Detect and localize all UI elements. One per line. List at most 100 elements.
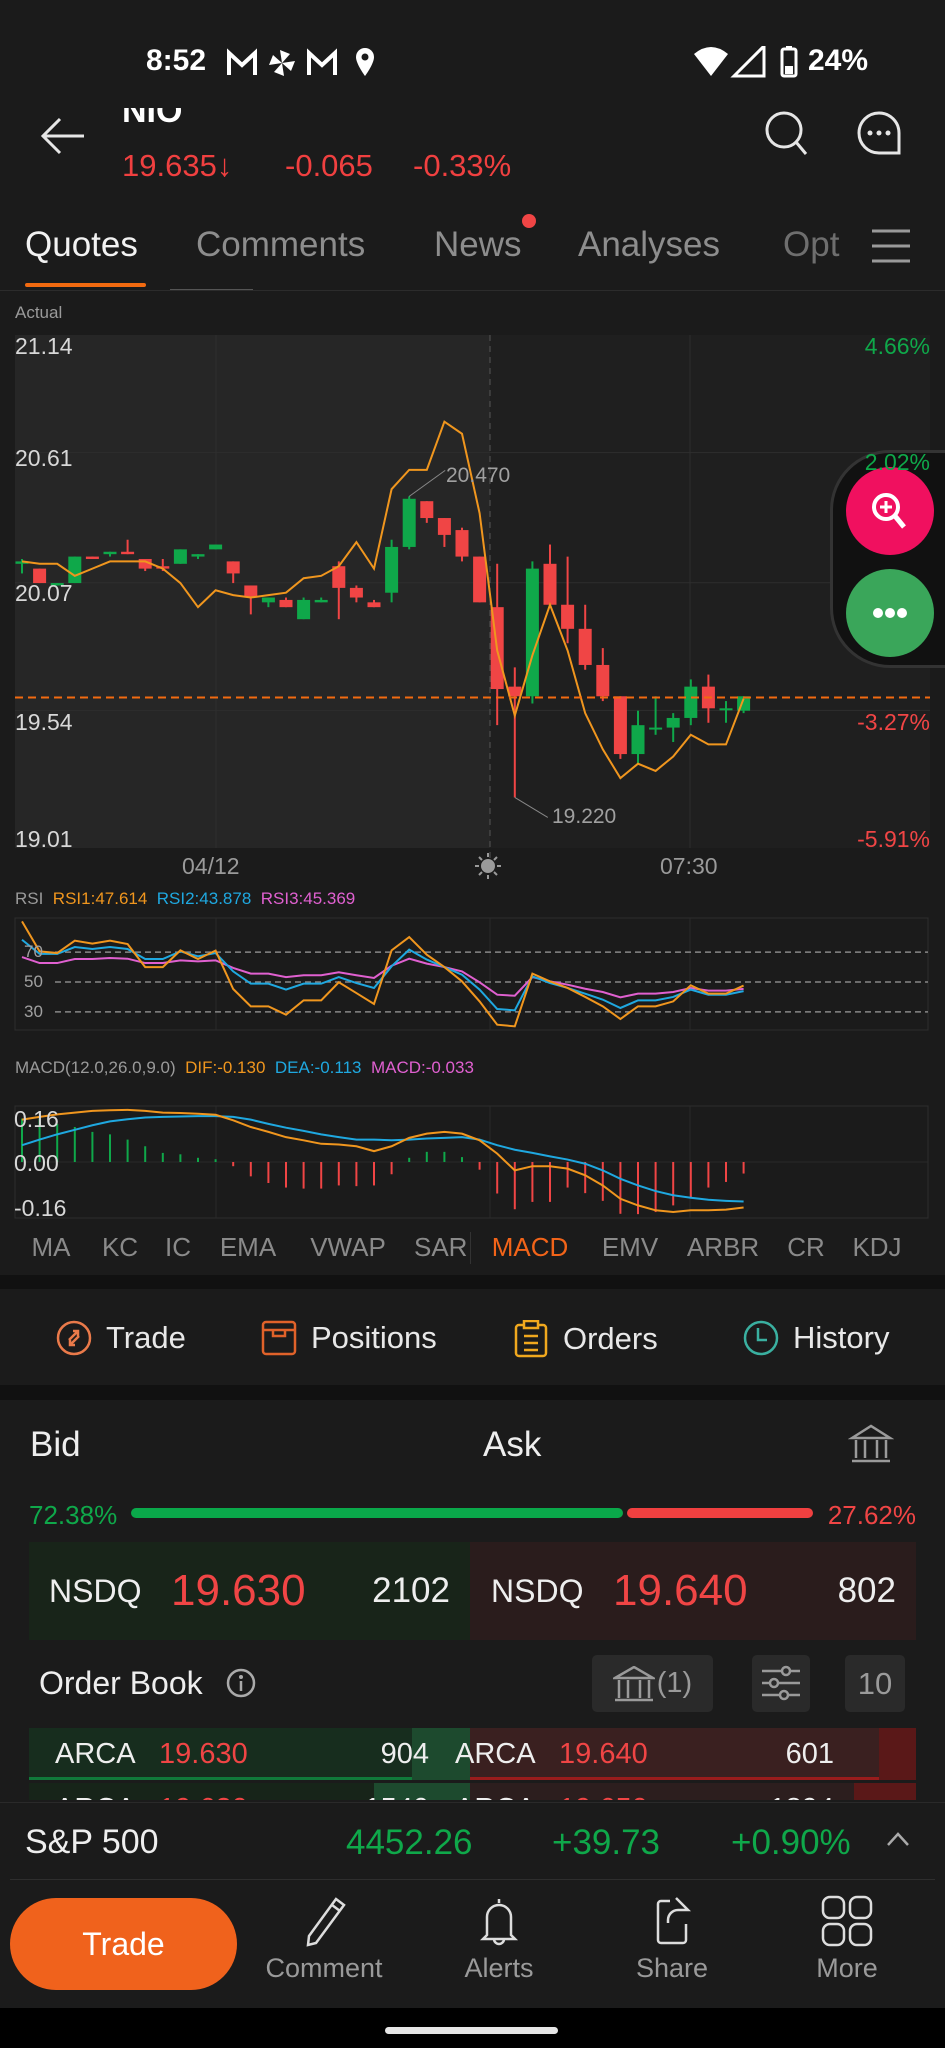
back-arrow-icon[interactable] (38, 116, 88, 156)
tab-analyses[interactable]: Analyses (578, 225, 720, 265)
pct-tick: -5.91% (857, 826, 930, 852)
zoom-in-icon (872, 493, 906, 529)
search-icon[interactable] (762, 110, 812, 160)
section-gap (0, 1385, 945, 1400)
indicator-tab-kc[interactable]: KC (102, 1232, 138, 1263)
index-change: +39.73 (552, 1823, 661, 1862)
indicator-tab-ema[interactable]: EMA (220, 1232, 276, 1263)
section-gap (0, 1275, 945, 1289)
pct-tick: 2.02% (864, 449, 930, 475)
bid-size: 1540 (339, 1793, 429, 1801)
history-link[interactable]: History (743, 1320, 889, 1356)
depth-button[interactable]: 10 (845, 1655, 905, 1712)
system-icons (694, 46, 798, 78)
sliders-icon (762, 1665, 800, 1701)
candle (473, 556, 487, 603)
chat-icon[interactable] (855, 110, 905, 160)
pinwheel-icon (269, 50, 295, 76)
positions-label: Positions (311, 1320, 437, 1355)
broker-filter-button[interactable]: (1) (592, 1655, 713, 1712)
share-icon (656, 1897, 692, 1945)
macd-tick: -0.16 (14, 1195, 67, 1221)
more-label: More (816, 1953, 878, 1983)
indicator-tab-cr[interactable]: CR (787, 1232, 825, 1263)
candle (684, 686, 698, 718)
index-value: 4452.26 (346, 1823, 473, 1862)
alerts-button[interactable]: Alerts (434, 1895, 564, 1984)
ask-exchange: NSDQ (491, 1572, 584, 1609)
index-bar[interactable]: S&P 500 4452.26 +39.73 +0.90% (0, 1802, 945, 1880)
trade-link[interactable]: Trade (56, 1320, 186, 1356)
positions-link[interactable]: Positions (261, 1320, 437, 1356)
candle (226, 561, 240, 574)
indicator-tab-ma[interactable]: MA (32, 1232, 71, 1263)
indicator-tab-kdj[interactable]: KDJ (852, 1232, 901, 1263)
tab-news[interactable]: News (434, 225, 522, 265)
indicator-tab-emv[interactable]: EMV (602, 1232, 658, 1263)
tab-options[interactable]: Opt (783, 225, 843, 265)
rsi-chart[interactable] (0, 910, 945, 1040)
candlestick-chart[interactable] (0, 330, 945, 860)
indicator-tab-ic[interactable]: IC (165, 1232, 191, 1263)
active-tab-indicator (25, 283, 146, 287)
candle (631, 725, 645, 755)
location-icon (356, 48, 374, 76)
share-button[interactable]: Share (607, 1895, 737, 1984)
high-label: 20.470 (446, 464, 511, 487)
broker-count: (1) (656, 1667, 693, 1699)
orders-icon (514, 1320, 548, 1358)
orders-link[interactable]: Orders (513, 1320, 658, 1358)
home-indicator[interactable] (385, 2027, 558, 2034)
indicator-tab-sar[interactable]: SAR (414, 1232, 470, 1263)
dif-line (21, 1108, 744, 1214)
more-button[interactable] (846, 569, 934, 657)
signal-icon (730, 46, 766, 78)
settings-sliders-button[interactable] (752, 1655, 810, 1712)
trade-icon (56, 1320, 92, 1356)
candle (437, 518, 451, 535)
bank-icon[interactable] (848, 1424, 894, 1464)
best-bid: NSDQ 19.630 2102 (29, 1542, 470, 1640)
bid-label: Bid (30, 1425, 81, 1464)
candle (578, 628, 592, 665)
candle (525, 568, 539, 697)
comment-button[interactable]: Comment (259, 1895, 389, 1984)
chart-mode-label: Actual (15, 303, 63, 322)
bid-size: 2102 (372, 1571, 450, 1610)
gmail-icon (227, 48, 257, 75)
tab-comments[interactable]: Comments (196, 225, 365, 265)
indicator-tab-macd[interactable]: MACD (492, 1232, 569, 1263)
candle (349, 587, 363, 598)
ask-price: 19.640 (613, 1566, 748, 1615)
status-time: 8:52 (146, 44, 207, 77)
zoom-in-button[interactable] (846, 467, 934, 555)
tab-quotes[interactable]: Quotes (25, 225, 138, 265)
status-bar: 8:52 24% (0, 0, 945, 108)
rsi1-value: RSI1:47.614 (52, 889, 148, 908)
order-book-row: ARCA19.6201540ARCA19.6501894 (29, 1783, 916, 1801)
bid-percent: 72.38% (29, 1500, 118, 1530)
time-tick: 07:30 (660, 853, 718, 879)
price-tick: 19.01 (15, 826, 73, 852)
candle (209, 544, 223, 550)
sun-icon (475, 853, 501, 879)
dea-line (21, 1115, 744, 1203)
grid-icon (821, 1895, 873, 1947)
ask-size: 802 (837, 1571, 896, 1610)
info-icon[interactable] (226, 1668, 256, 1698)
comment-label: Comment (265, 1953, 383, 1983)
menu-icon[interactable] (870, 228, 912, 264)
indicator-tab-vwap[interactable]: VWAP (310, 1232, 386, 1263)
price-change: -0.065 (285, 148, 373, 183)
indicator-tab-arbr[interactable]: ARBR (687, 1232, 759, 1263)
macd-label: MACD(12.0,26.0,9.0) (15, 1058, 176, 1077)
chevron-up-icon[interactable] (886, 1831, 910, 1847)
gesture-area (0, 2008, 945, 2048)
macd-chart[interactable] (0, 1100, 945, 1225)
rsi-line-rsi1 (21, 920, 745, 1028)
macd-legend: MACD(12.0,26.0,9.0) DIF:-0.130 DEA:-0.11… (15, 1058, 474, 1078)
trade-button[interactable]: Trade (10, 1898, 237, 1990)
battery-percent: 24% (808, 44, 869, 77)
divider (0, 290, 945, 291)
more-nav-button[interactable]: More (782, 1895, 912, 1984)
